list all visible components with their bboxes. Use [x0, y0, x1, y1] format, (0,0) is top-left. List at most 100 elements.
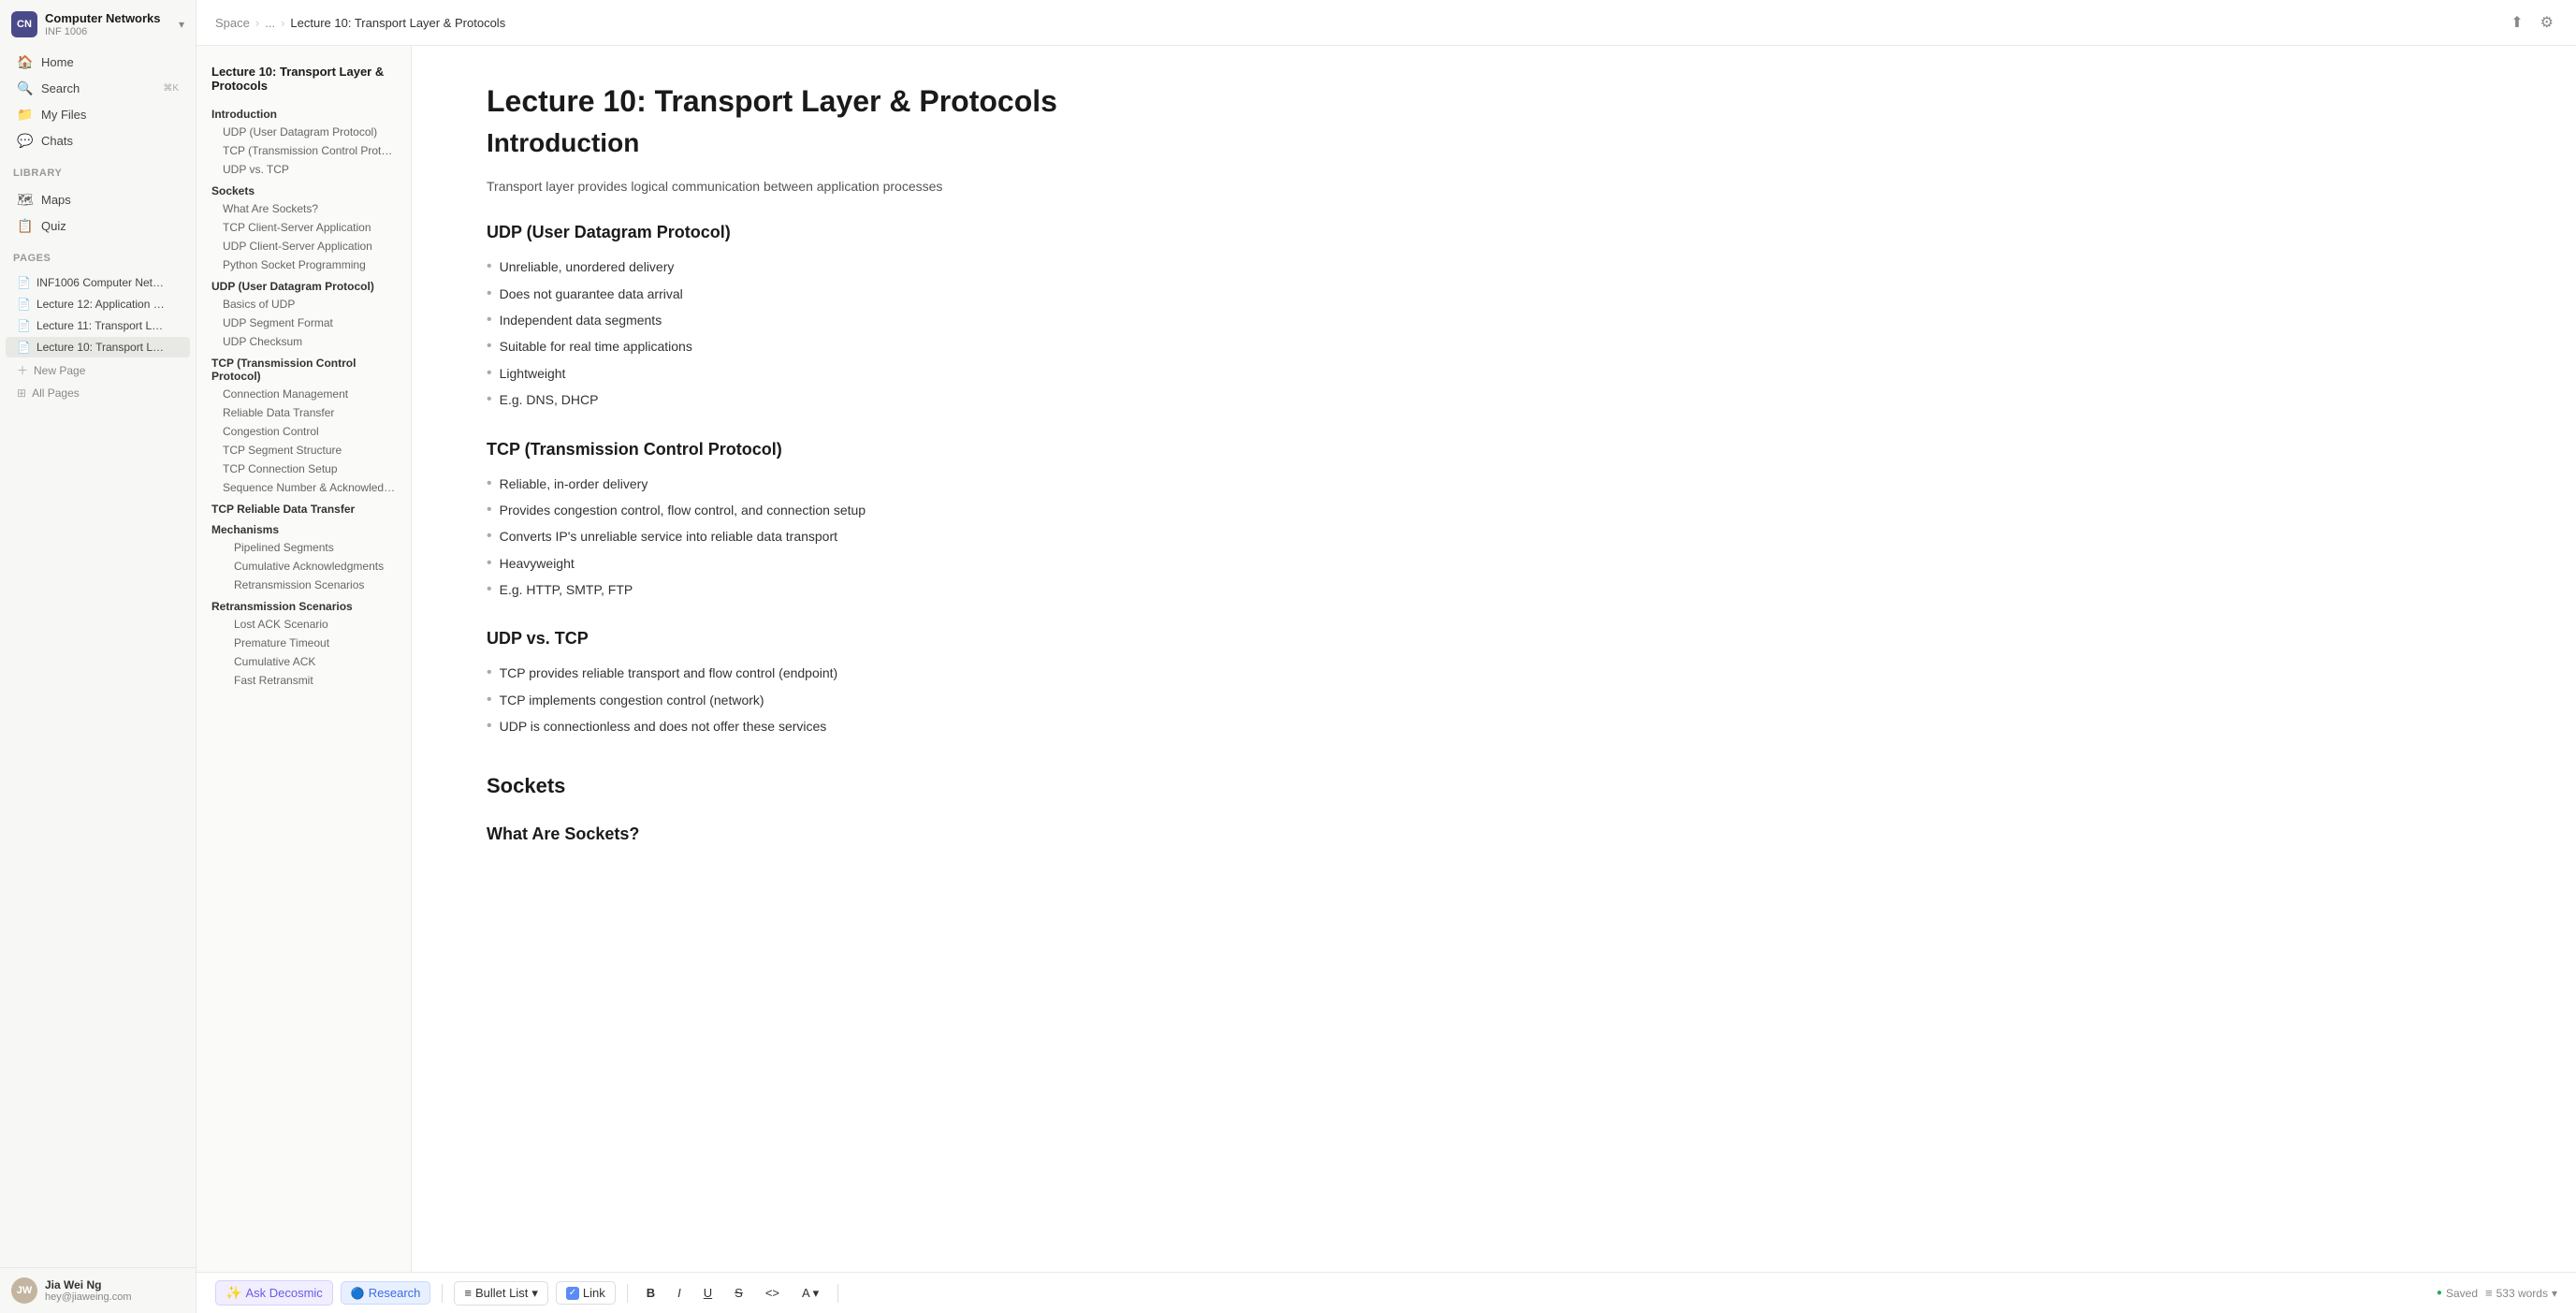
list-item: TCP implements congestion control (netwo…	[487, 687, 2501, 713]
workspace-sub: INF 1006	[45, 26, 161, 37]
saved-indicator: ● Saved	[2437, 1287, 2478, 1300]
toc-item-seq-num[interactable]: Sequence Number & Acknowledgment	[196, 478, 411, 497]
pages-list: 📄 INF1006 Computer Networks: In... 📄 Lec…	[0, 268, 196, 408]
word-count-display[interactable]: ≡ 533 words ▾	[2485, 1286, 2557, 1300]
search-icon: 🔍	[17, 80, 34, 96]
settings-icon[interactable]: ⚙	[2537, 9, 2557, 36]
toc-item-udpvstcp[interactable]: UDP vs. TCP	[196, 160, 411, 179]
underline-button[interactable]: U	[696, 1283, 720, 1303]
export-icon[interactable]: ⬆	[2507, 9, 2526, 36]
toc-subitem-pipelined[interactable]: Pipelined Segments	[196, 538, 411, 557]
workspace-name: Computer Networks	[45, 11, 161, 26]
doc-subtitle: Introduction	[487, 126, 2501, 160]
code-button[interactable]: <>	[758, 1283, 787, 1303]
sidebar-item-quiz[interactable]: 📋 Quiz	[6, 213, 190, 239]
saved-dot: ●	[2437, 1288, 2442, 1298]
toc-section-sockets[interactable]: Sockets	[196, 179, 411, 199]
toolbar-divider-1	[442, 1284, 443, 1303]
breadcrumb-dots[interactable]: ...	[265, 16, 275, 30]
word-count-chevron: ▾	[2552, 1287, 2557, 1300]
sidebar-item-home[interactable]: 🏠 Home	[6, 50, 190, 75]
breadcrumb-sep1: ›	[255, 16, 259, 30]
workspace-icon: CN	[11, 11, 37, 37]
quiz-icon: 📋	[17, 218, 34, 234]
files-icon: 📁	[17, 107, 34, 123]
list-item: Provides congestion control, flow contro…	[487, 497, 2501, 523]
toc-section-introduction[interactable]: Introduction	[196, 102, 411, 123]
font-button[interactable]: A ▾	[794, 1283, 826, 1304]
toc-item-udp-client[interactable]: UDP Client-Server Application	[196, 237, 411, 255]
toc-item-tcp[interactable]: TCP (Transmission Control Protocol)	[196, 141, 411, 160]
sidebar-item-maps-label: Maps	[41, 193, 71, 207]
library-section-label: Library	[0, 158, 196, 182]
toc-item-basics-udp[interactable]: Basics of UDP	[196, 295, 411, 314]
toc-item-connection-mgmt[interactable]: Connection Management	[196, 385, 411, 403]
grid-icon: ⊞	[17, 387, 26, 400]
doc-area: Lecture 10: Transport Layer & Protocols …	[412, 46, 2576, 1272]
toc-subitem-premature[interactable]: Premature Timeout	[196, 634, 411, 652]
bullet-list-button[interactable]: ≡ Bullet List ▾	[454, 1281, 548, 1306]
toc-subitem-lost-ack[interactable]: Lost ACK Scenario	[196, 615, 411, 634]
toc-item-reliable-data[interactable]: Reliable Data Transfer	[196, 403, 411, 422]
toc-section-tcp-details[interactable]: TCP (Transmission Control Protocol)	[196, 351, 411, 385]
plus-icon: ＋	[17, 362, 28, 378]
new-page-item[interactable]: ＋ New Page	[6, 358, 190, 382]
toc-item-tcp-segment[interactable]: TCP Segment Structure	[196, 441, 411, 460]
page-item-lecture12[interactable]: 📄 Lecture 12: Application Layer	[6, 294, 190, 314]
sidebar-item-search[interactable]: 🔍 Search ⌘K	[6, 76, 190, 101]
toc-subitem-cumulative-ack[interactable]: Cumulative ACK	[196, 652, 411, 671]
word-count-icon: ≡	[2485, 1286, 2493, 1300]
toc-item-tcp-client[interactable]: TCP Client-Server Application	[196, 218, 411, 237]
toc-item-congestion[interactable]: Congestion Control	[196, 422, 411, 441]
pages-section-label: Pages	[0, 243, 196, 268]
breadcrumb-sep2: ›	[281, 16, 284, 30]
bottom-toolbar: ✨ Ask Decosmic 🔵 Research ≡ Bullet List …	[196, 1272, 2576, 1313]
breadcrumb-space[interactable]: Space	[215, 16, 250, 30]
udpvstcp-bullet-list: TCP provides reliable transport and flow…	[487, 660, 2501, 739]
all-pages-item[interactable]: ⊞ All Pages	[6, 383, 190, 403]
sidebar-item-maps[interactable]: 🗺 Maps	[6, 187, 190, 212]
ask-decosmic-button[interactable]: ✨ Ask Decosmic	[215, 1280, 333, 1306]
toc-item-udp[interactable]: UDP (User Datagram Protocol)	[196, 123, 411, 141]
page-item-lecture11[interactable]: 📄 Lecture 11: Transport Layer 2	[6, 315, 190, 336]
sidebar-item-myfiles[interactable]: 📁 My Files	[6, 102, 190, 127]
avatar: JW	[11, 1277, 37, 1304]
toc-subsection-mechanisms[interactable]: Mechanisms	[196, 518, 411, 538]
page-icon: 📄	[17, 298, 31, 311]
udp-bullet-list: Unreliable, unordered delivery Does not …	[487, 254, 2501, 413]
user-name: Jia Wei Ng	[45, 1278, 132, 1291]
toc-item-tcp-connection[interactable]: TCP Connection Setup	[196, 460, 411, 478]
toc-item-what-sockets[interactable]: What Are Sockets?	[196, 199, 411, 218]
list-item: Unreliable, unordered delivery	[487, 254, 2501, 280]
maps-icon: 🗺	[17, 192, 34, 208]
toc-item-udp-checksum[interactable]: UDP Checksum	[196, 332, 411, 351]
saved-label: Saved	[2446, 1287, 2478, 1300]
toc-item-python[interactable]: Python Socket Programming	[196, 255, 411, 274]
tcp-bullet-list: Reliable, in-order delivery Provides con…	[487, 471, 2501, 604]
strikethrough-button[interactable]: S	[727, 1283, 750, 1303]
sidebar-item-home-label: Home	[41, 55, 74, 69]
sidebar-nav: 🏠 Home 🔍 Search ⌘K 📁 My Files 💬 Chats	[0, 45, 196, 158]
research-button[interactable]: 🔵 Research	[341, 1281, 431, 1305]
toolbar-divider-2	[627, 1284, 628, 1303]
sidebar-item-chats[interactable]: 💬 Chats	[6, 128, 190, 153]
toc-subitem-retransmission[interactable]: Retransmission Scenarios	[196, 576, 411, 594]
page-icon: 📄	[17, 319, 31, 332]
link-button[interactable]: ✓ Link	[556, 1281, 616, 1305]
toc-subitem-cumulative[interactable]: Cumulative Acknowledgments	[196, 557, 411, 576]
workspace-header[interactable]: CN Computer Networks INF 1006 ▾	[0, 0, 196, 45]
italic-button[interactable]: I	[670, 1283, 689, 1303]
list-item: Heavyweight	[487, 550, 2501, 576]
toc-section-udp-details[interactable]: UDP (User Datagram Protocol)	[196, 274, 411, 295]
bold-button[interactable]: B	[639, 1283, 662, 1303]
page-item-lecture10[interactable]: 📄 Lecture 10: Transport Layer &...	[6, 337, 190, 357]
section-udp-title: UDP (User Datagram Protocol)	[487, 223, 2501, 242]
sidebar-item-quiz-label: Quiz	[41, 219, 66, 233]
toc-subsection-retransmission[interactable]: Retransmission Scenarios	[196, 594, 411, 615]
page-item-inf1006[interactable]: 📄 INF1006 Computer Networks: In...	[6, 272, 190, 293]
toc-item-udp-segment[interactable]: UDP Segment Format	[196, 314, 411, 332]
toc-section-tcp-reliable[interactable]: TCP Reliable Data Transfer	[196, 497, 411, 518]
list-item: E.g. DNS, DHCP	[487, 387, 2501, 413]
list-item: E.g. HTTP, SMTP, FTP	[487, 576, 2501, 603]
toc-subitem-fast-retransmit[interactable]: Fast Retransmit	[196, 671, 411, 690]
